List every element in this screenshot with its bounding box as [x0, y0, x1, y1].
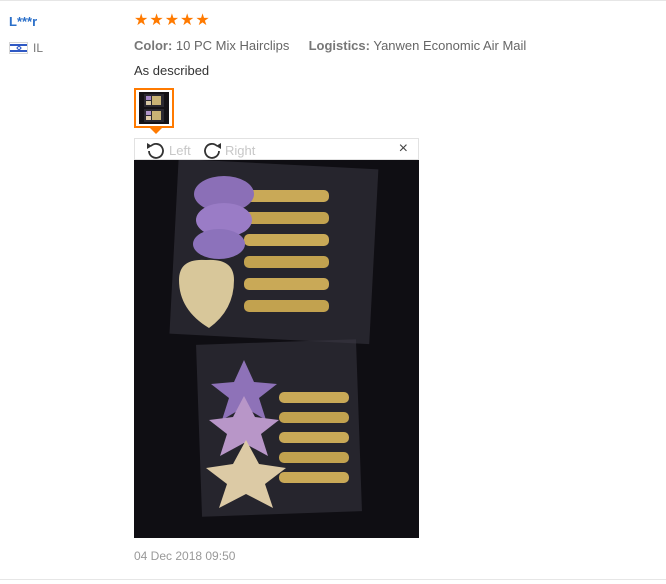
israel-flag-icon: [9, 42, 28, 54]
photo-thumbnail[interactable]: [134, 88, 174, 128]
order-info: Color: 10 PC Mix Hairclips Logistics: Ya…: [134, 38, 526, 53]
country-code: IL: [33, 41, 44, 55]
star-rating: ★ ★ ★ ★ ★: [134, 12, 210, 30]
thumbnail-image: [139, 92, 169, 124]
logistics-value: Yanwen Economic Air Mail: [373, 38, 527, 53]
buyer-country: IL: [9, 41, 43, 55]
rotate-right-button[interactable]: Right: [201, 140, 255, 160]
star-icon: ★: [180, 12, 195, 29]
image-viewer-toolbar: Left Right ×: [134, 138, 419, 160]
star-icon: ★: [195, 12, 210, 29]
logistics-label: Logistics:: [308, 38, 370, 53]
color-value: 10 PC Mix Hairclips: [175, 38, 290, 53]
close-icon[interactable]: ×: [399, 141, 408, 157]
rotate-right-label: Right: [225, 142, 256, 158]
bottom-divider: [0, 579, 666, 580]
rotate-left-label: Left: [169, 142, 191, 158]
star-icon: ★: [134, 12, 149, 29]
thumbnail-pointer: [150, 128, 162, 134]
color-label: Color:: [134, 38, 173, 53]
review-photo: [134, 160, 419, 538]
star-icon: ★: [149, 12, 164, 29]
star-icon: ★: [164, 12, 180, 29]
feedback-text: As described: [134, 63, 210, 78]
review-date: 04 Dec 2018 09:50: [134, 549, 236, 563]
rotate-left-button[interactable]: Left: [145, 140, 191, 160]
rotate-left-icon: [147, 143, 164, 159]
rotate-right-icon: [204, 143, 221, 159]
top-divider: [0, 0, 666, 1]
buyer-name[interactable]: L***r: [9, 14, 37, 29]
